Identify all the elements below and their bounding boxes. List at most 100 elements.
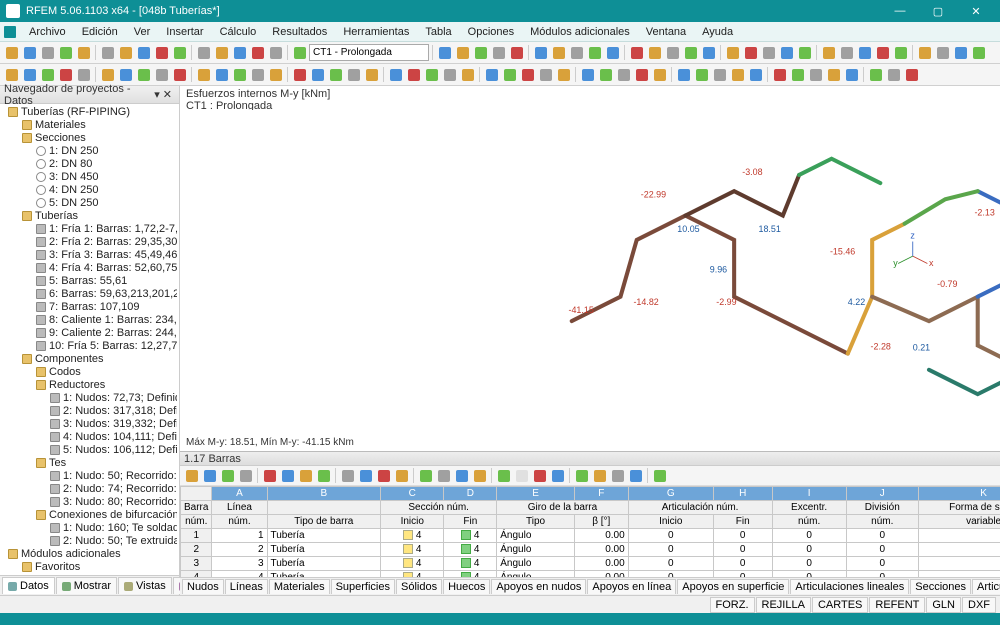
toolbar-button[interactable] [711, 66, 728, 83]
table-tool-button[interactable] [297, 467, 314, 484]
tree-node[interactable]: Reductores [2, 379, 177, 392]
toolbar-button[interactable] [267, 44, 284, 61]
toolbar-button[interactable] [291, 66, 308, 83]
toolbar-button[interactable] [874, 44, 891, 61]
status-segment[interactable]: CARTES [812, 597, 868, 613]
loadcase-combo[interactable]: CT1 - Prolongada [309, 44, 429, 61]
toolbar-button[interactable] [579, 66, 596, 83]
table-tool-button[interactable] [393, 467, 410, 484]
tree-node[interactable]: 3: Fría 3: Barras: 45,49,46,47,68… [2, 249, 177, 262]
tree-node[interactable]: Tuberías [2, 210, 177, 223]
toolbar-button[interactable] [135, 66, 152, 83]
status-segment[interactable]: DXF [962, 597, 996, 613]
model-canvas[interactable]: -22.99 -41.15 -3.08 -2.99 -14.82 -15.46 … [180, 110, 1000, 451]
table-tab[interactable]: Articulaciones en barras [972, 579, 1000, 594]
tree-node[interactable]: 5: Nudos: 106,112; Definido por… [2, 444, 177, 457]
table-tab[interactable]: Materiales [269, 579, 330, 594]
navtab-mostrar[interactable]: Mostrar [56, 577, 117, 594]
tree-node[interactable]: Conexiones de bifurcación - Facto… [2, 509, 177, 522]
table-tool-button[interactable] [573, 467, 590, 484]
tree-node[interactable]: 1: Nudo: 160; Te soldada forjad… [2, 522, 177, 535]
toolbar-button[interactable] [789, 66, 806, 83]
toolbar-button[interactable] [916, 44, 933, 61]
toolbar-button[interactable] [454, 44, 471, 61]
toolbar-button[interactable] [838, 44, 855, 61]
toolbar-button[interactable] [597, 66, 614, 83]
toolbar-button[interactable] [153, 66, 170, 83]
tree-node[interactable]: 2: Nudos: 317,318; Definido por… [2, 405, 177, 418]
menu-ver[interactable]: Ver [127, 24, 158, 40]
toolbar-button[interactable] [249, 66, 266, 83]
toolbar-button[interactable] [615, 66, 632, 83]
tree-node[interactable]: Favoritos [2, 561, 177, 574]
toolbar-button[interactable] [231, 44, 248, 61]
toolbar-button[interactable] [970, 44, 987, 61]
toolbar-button[interactable] [604, 44, 621, 61]
table-tool-button[interactable] [357, 467, 374, 484]
tree-node[interactable]: 3: Nudos: 319,332; Definido por… [2, 418, 177, 431]
tree-node[interactable]: 10: Fría 5: Barras: 12,27,74,13-18… [2, 340, 177, 353]
maximize-button[interactable]: ▢ [920, 2, 956, 20]
menu-insertar[interactable]: Insertar [159, 24, 210, 40]
table-tab[interactable]: Secciones [910, 579, 971, 594]
toolbar-button[interactable] [508, 44, 525, 61]
table-tool-button[interactable] [279, 467, 296, 484]
toolbar-button[interactable] [345, 66, 362, 83]
status-segment[interactable]: GLN [926, 597, 961, 613]
tree-node[interactable]: 9: Caliente 2: Barras: 244,249,26… [2, 327, 177, 340]
toolbar-button[interactable] [57, 44, 74, 61]
toolbar-button[interactable] [771, 66, 788, 83]
table-tool-button[interactable] [417, 467, 434, 484]
toolbar-button[interactable] [700, 44, 717, 61]
toolbar-button[interactable] [363, 66, 380, 83]
toolbar-button[interactable] [387, 66, 404, 83]
toolbar-button[interactable] [501, 66, 518, 83]
tree-node[interactable]: 4: DN 250 [2, 184, 177, 197]
table-tab[interactable]: Líneas [225, 579, 268, 594]
toolbar-button[interactable] [135, 44, 152, 61]
toolbar-button[interactable] [231, 66, 248, 83]
toolbar-button[interactable] [117, 66, 134, 83]
toolbar-button[interactable] [75, 66, 92, 83]
navigator-close-icon[interactable]: ✕ [160, 88, 175, 101]
tree-node[interactable]: 3: DN 450 [2, 171, 177, 184]
table-tool-button[interactable] [219, 467, 236, 484]
toolbar-button[interactable] [436, 44, 453, 61]
toolbar-button[interactable] [903, 66, 920, 83]
table-tool-button[interactable] [471, 467, 488, 484]
menu-módulos-adicionales[interactable]: Módulos adicionales [523, 24, 637, 40]
table-tool-button[interactable] [495, 467, 512, 484]
table-tab[interactable]: Apoyos en superficie [677, 579, 789, 594]
status-segment[interactable]: FORZ. [710, 597, 755, 613]
table-tool-button[interactable] [609, 467, 626, 484]
toolbar-button[interactable] [651, 66, 668, 83]
tree-node[interactable]: 2: Nudo: 50; Te extruida soldad… [2, 535, 177, 548]
table-tool-button[interactable] [339, 467, 356, 484]
menu-resultados[interactable]: Resultados [265, 24, 334, 40]
toolbar-button[interactable] [153, 44, 170, 61]
tree-node[interactable]: Materiales [2, 119, 177, 132]
toolbar-button[interactable] [405, 66, 422, 83]
toolbar-button[interactable] [550, 44, 567, 61]
toolbar-button[interactable] [682, 44, 699, 61]
toolbar-button[interactable] [825, 66, 842, 83]
table-tool-button[interactable] [651, 467, 668, 484]
tree-node[interactable]: Tuberías (RF-PIPING) [2, 106, 177, 119]
toolbar-button[interactable] [267, 66, 284, 83]
tree-node[interactable]: 7: Barras: 107,109 [2, 301, 177, 314]
table-tool-button[interactable] [435, 467, 452, 484]
tree-node[interactable]: 5: Barras: 55,61 [2, 275, 177, 288]
menu-tabla[interactable]: Tabla [418, 24, 458, 40]
tree-node[interactable]: 1: Nudos: 72,73; Definido por e… [2, 392, 177, 405]
toolbar-button[interactable] [796, 44, 813, 61]
toolbar-button[interactable] [892, 44, 909, 61]
table-tool-button[interactable] [627, 467, 644, 484]
tree-node[interactable]: 2: Nudo: 74; Recorrido: 3; DN 4… [2, 483, 177, 496]
toolbar-button[interactable] [39, 44, 56, 61]
toolbar-button[interactable] [490, 44, 507, 61]
table-tool-button[interactable] [315, 467, 332, 484]
toolbar-button[interactable] [99, 66, 116, 83]
toolbar-button[interactable] [820, 44, 837, 61]
toolbar-button[interactable] [327, 66, 344, 83]
toolbar-button[interactable] [21, 44, 38, 61]
